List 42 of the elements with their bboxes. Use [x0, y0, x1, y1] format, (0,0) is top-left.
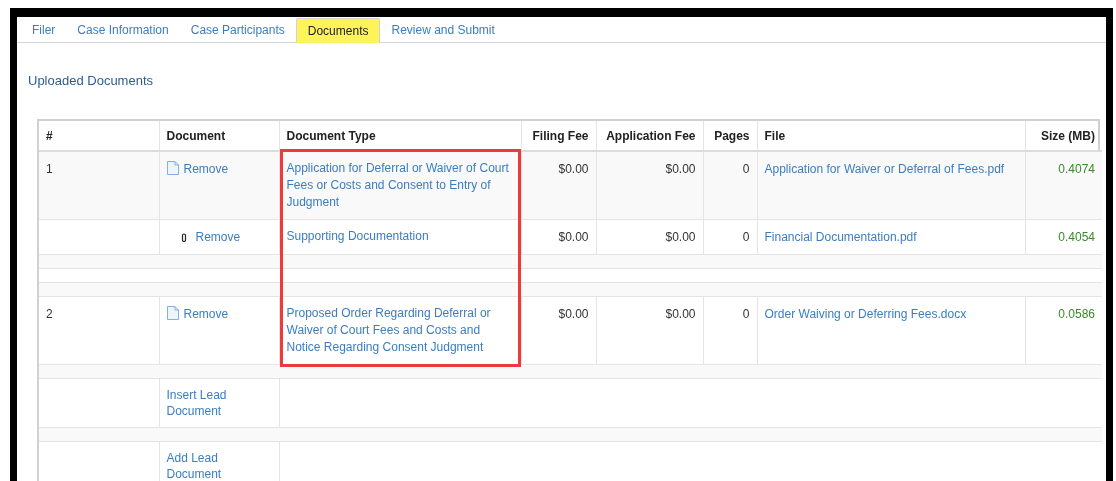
column-header: Filing Fee	[532, 128, 589, 143]
tab[interactable]: Filer	[21, 17, 67, 42]
column-header: File	[764, 128, 786, 143]
page-count: 0	[742, 162, 750, 176]
file-link[interactable]: Application for Waiver or Deferral of Fees.pdf	[764, 162, 1005, 176]
document-type-link[interactable]: Proposed Order Regarding Deferral or Waiver of Court Fees and Costs and Notice Regarding Consent Judgment	[286, 305, 514, 356]
paperclip-icon	[180, 233, 187, 242]
document-icon	[166, 306, 179, 320]
file-link[interactable]: Financial Documentation.pdf	[764, 230, 917, 244]
column-header: #	[46, 128, 53, 143]
filing-fee: $0.00	[558, 307, 589, 321]
application-fee: $0.00	[665, 230, 696, 244]
file-size: 0.0586	[1058, 307, 1095, 321]
tab[interactable]: Case Participants	[179, 17, 296, 42]
file-size: 0.4074	[1058, 162, 1095, 176]
document-type-link[interactable]: Application for Deferral or Waiver of Court Fees or Costs and Consent to Entry of Judgment	[286, 160, 514, 211]
file-link[interactable]: Order Waiving or Deferring Fees.docx	[764, 307, 967, 321]
file-size: 0.4054	[1058, 230, 1095, 244]
remove-link[interactable]: Remove	[195, 230, 241, 244]
section-title: Uploaded Documents	[28, 72, 154, 90]
column-header: Application Fee	[606, 128, 696, 143]
filing-fee: $0.00	[558, 162, 589, 176]
application-fee: $0.00	[665, 162, 696, 176]
document-icon	[166, 161, 179, 175]
document-link[interactable]: Add Lead Document	[166, 450, 272, 481]
column-header: Document	[166, 128, 226, 143]
tab[interactable]: Case Information	[66, 17, 180, 42]
column-header: Size (MB)	[1041, 128, 1095, 143]
page-count: 0	[742, 307, 750, 321]
column-header: Document Type	[286, 128, 376, 143]
filing-fee: $0.00	[558, 230, 589, 244]
application-fee: $0.00	[665, 307, 696, 321]
remove-link[interactable]: Remove	[183, 162, 229, 176]
tab[interactable]: Review and Submit	[380, 17, 506, 42]
row-number: 1	[46, 162, 53, 176]
document-link[interactable]: Insert Lead Document	[166, 387, 272, 419]
page-count: 0	[742, 230, 750, 244]
row-number: 2	[46, 307, 53, 321]
column-header: Pages	[714, 128, 750, 143]
tab[interactable]: Documents	[295, 18, 381, 43]
remove-link[interactable]: Remove	[183, 307, 229, 321]
document-type-link[interactable]: Supporting Documentation	[286, 228, 514, 245]
